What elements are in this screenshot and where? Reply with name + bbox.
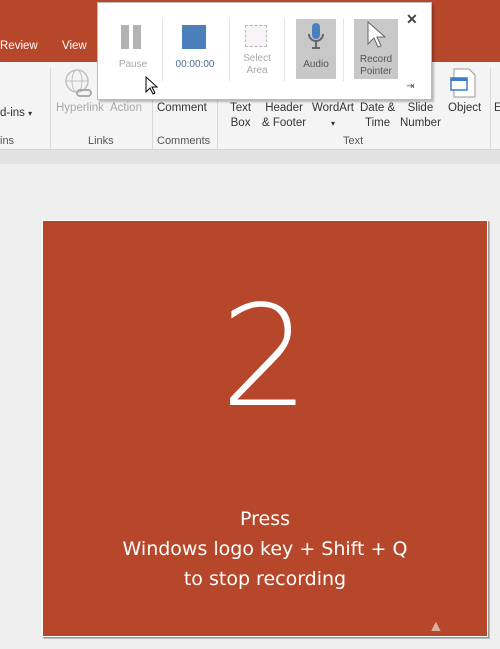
pointer-icon <box>367 21 386 48</box>
textbox-button[interactable]: Text Box <box>230 101 251 131</box>
instruction-line: Press <box>239 508 290 530</box>
pin-icon[interactable]: ⇥ <box>406 81 414 92</box>
divider <box>343 19 344 81</box>
comment-button[interactable]: Comment <box>157 101 207 116</box>
divider <box>50 68 51 150</box>
tab-view[interactable]: View <box>62 40 87 52</box>
divider <box>490 68 491 150</box>
object-icon <box>450 68 476 98</box>
ribbon-button-partial[interactable]: E <box>494 101 500 116</box>
slide-number-button[interactable]: Slide Number <box>400 101 441 131</box>
mouse-cursor-icon <box>145 76 159 95</box>
audio-label: Audio <box>303 59 329 70</box>
divider <box>229 19 230 81</box>
group-label-text: Text <box>343 135 364 147</box>
audio-toggle[interactable]: Audio <box>296 19 336 79</box>
timer: 00:00:00 <box>175 59 215 70</box>
microphone-icon <box>308 23 324 49</box>
group-label-addins: ins <box>0 135 15 147</box>
pause-icon <box>121 25 129 49</box>
wordart-button[interactable]: WordArt ▾ <box>312 101 354 131</box>
stop-icon <box>182 25 206 49</box>
addins-button[interactable]: d-ins ▾ <box>0 106 32 121</box>
pause-icon-bar <box>133 25 141 49</box>
close-icon[interactable]: ✕ <box>406 11 418 28</box>
countdown-number: 2 <box>220 276 310 439</box>
hyperlink-icon <box>65 69 92 97</box>
record-pointer-toggle[interactable]: Record Pointer <box>354 19 398 79</box>
pause-label: Pause <box>118 59 148 70</box>
divider <box>162 19 163 81</box>
date-time-button[interactable]: Date & Time <box>360 101 395 131</box>
ribbon-bottom <box>0 150 500 164</box>
header-footer-button[interactable]: Header & Footer <box>262 101 306 131</box>
pause-button[interactable]: Pause <box>112 19 154 81</box>
select-area-icon <box>245 25 267 47</box>
stop-button[interactable]: 00:00:00 <box>170 19 220 81</box>
group-label-links: Links <box>88 135 114 147</box>
object-button[interactable]: Object <box>448 101 481 116</box>
action-button[interactable]: Action <box>110 101 142 116</box>
slide: 2 Press Windows logo key + Shift + Q to … <box>42 220 488 637</box>
divider <box>284 19 285 81</box>
group-label-comments: Comments <box>157 135 211 147</box>
instruction-line: to stop recording <box>183 568 347 590</box>
tab-review[interactable]: Review <box>0 40 38 52</box>
hyperlink-button[interactable]: Hyperlink <box>56 101 104 116</box>
record-pointer-label: Record Pointer <box>359 54 393 77</box>
watermark-logo: ▲ <box>428 618 444 635</box>
instruction-line: Windows logo key + Shift + Q <box>122 538 408 560</box>
stop-instructions: Press Windows logo key + Shift + Q to st… <box>43 504 487 594</box>
select-area-button[interactable]: Select Area <box>236 19 278 81</box>
select-area-label: Select Area <box>243 53 271 76</box>
